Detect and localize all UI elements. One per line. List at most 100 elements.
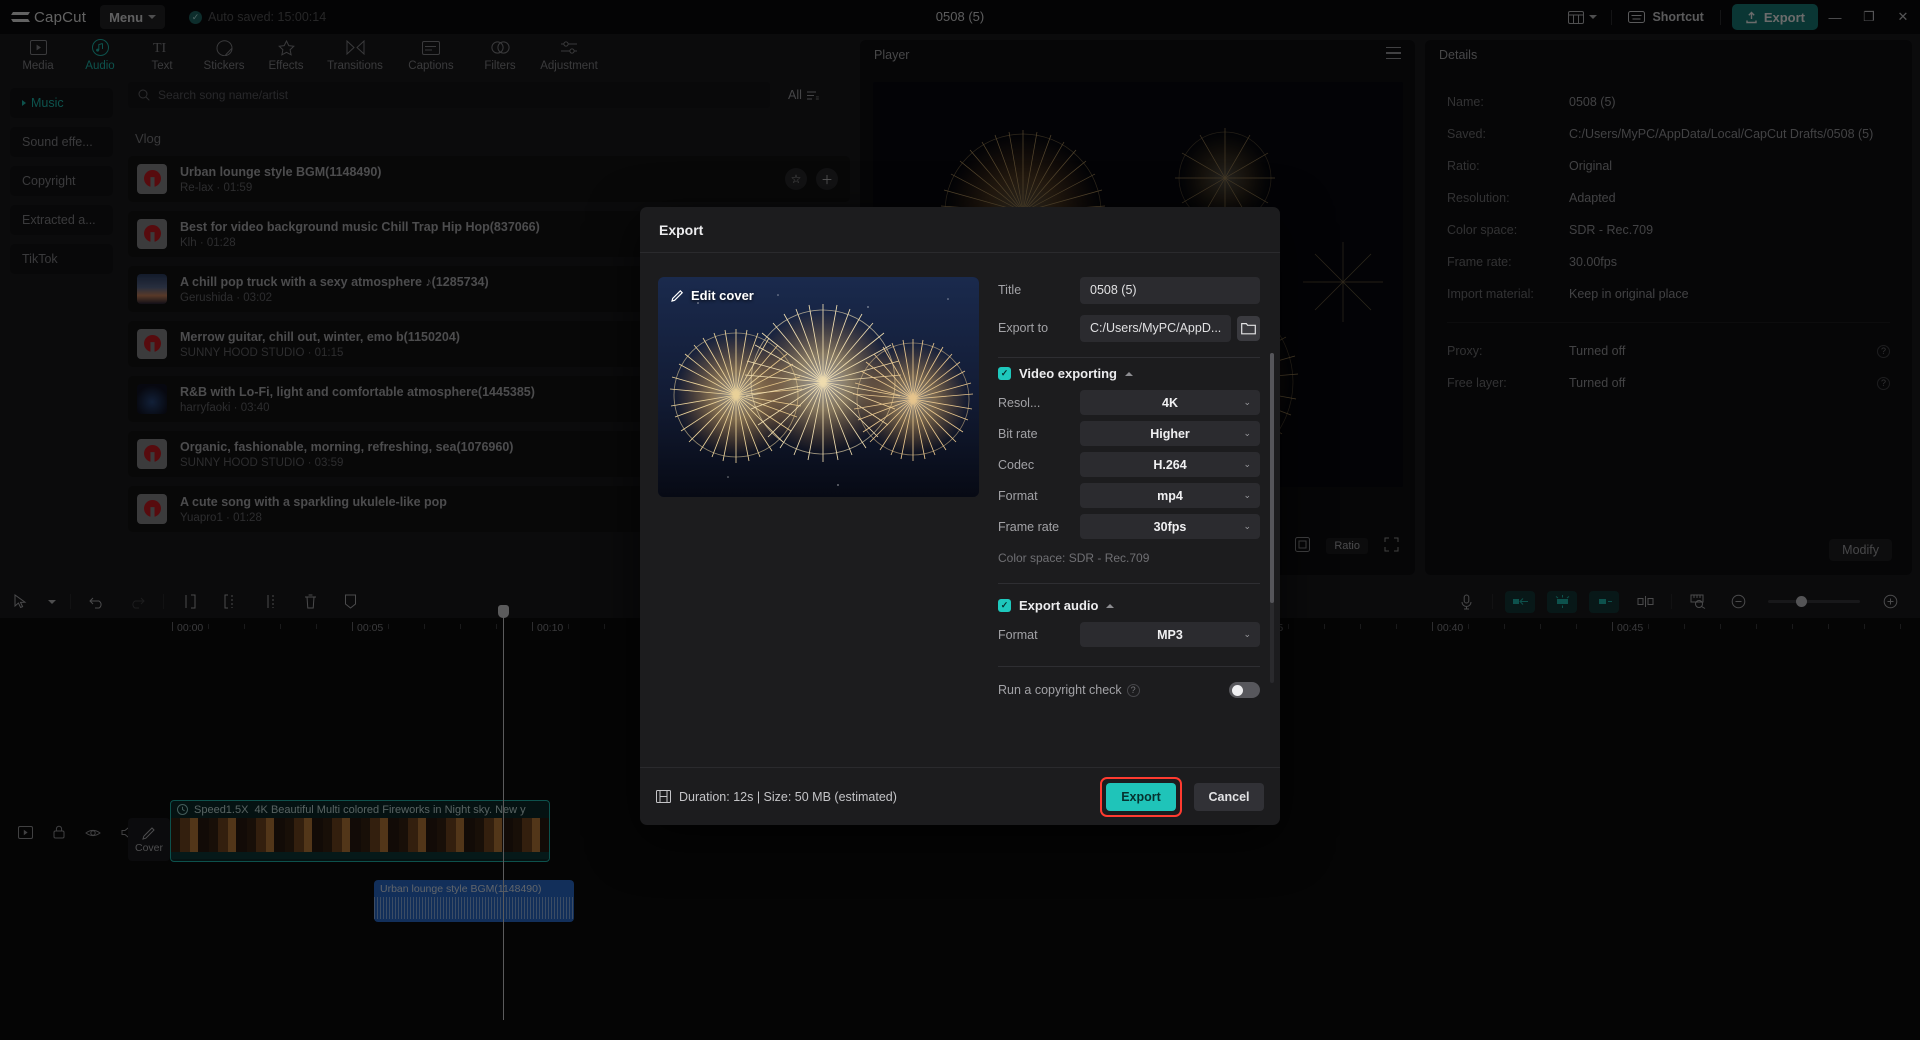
maximize-button[interactable]: ❐ (1852, 0, 1886, 34)
codec-select[interactable]: H.264 ⌄ (1080, 452, 1260, 477)
lock-icon[interactable] (53, 825, 65, 844)
delete-icon[interactable] (290, 585, 330, 618)
question-icon[interactable]: ? (1126, 683, 1140, 697)
sidebar-item-copyright[interactable]: Copyright (10, 166, 113, 196)
export-audio-section-header[interactable]: ✓ Export audio (998, 598, 1260, 613)
redo-icon[interactable] (117, 585, 157, 618)
plus-icon[interactable]: ＋ (816, 168, 838, 190)
bitrate-select[interactable]: Higher ⌄ (1080, 421, 1260, 446)
format-select[interactable]: mp4 ⌄ (1080, 483, 1260, 508)
tab-stickers[interactable]: Stickers (193, 34, 255, 72)
filter-all-button[interactable]: All ≡ (788, 88, 820, 102)
divider (163, 594, 164, 609)
modify-button[interactable]: Modify (1829, 539, 1892, 561)
audio-format-select[interactable]: MP3 ⌄ (1080, 622, 1260, 647)
question-icon[interactable]: ? (1877, 376, 1890, 390)
minimize-button[interactable]: — (1818, 0, 1852, 34)
chevron-down-icon[interactable] (40, 585, 64, 618)
resolution-select[interactable]: 4K ⌄ (1080, 390, 1260, 415)
tab-transitions[interactable]: Transitions (317, 34, 393, 72)
color-space-note: Color space: SDR - Rec.709 (998, 551, 1150, 565)
sidebar-item-extracted-audio[interactable]: Extracted a... (10, 205, 113, 235)
split-icon[interactable] (210, 585, 250, 618)
checkbox-video-exporting[interactable]: ✓ (998, 367, 1011, 380)
folder-icon[interactable] (1237, 315, 1260, 341)
video-track-icon[interactable] (18, 825, 33, 844)
film-icon (656, 790, 671, 803)
search-row: Search song name/artist All ≡ (128, 82, 850, 108)
detail-value: 30.00fps (1569, 255, 1617, 269)
tab-captions[interactable]: Captions (393, 34, 469, 72)
tab-media[interactable]: Media (7, 34, 69, 72)
captions-icon (422, 38, 440, 57)
detail-key: Ratio: (1447, 159, 1480, 173)
export-button-titlebar[interactable]: Export (1731, 4, 1818, 30)
detail-key: Name: (1447, 95, 1484, 109)
player-right-controls: Ratio (1295, 537, 1399, 555)
split-right-icon[interactable] (250, 585, 290, 618)
adjustment-icon (560, 38, 578, 57)
mirror-icon[interactable] (1625, 585, 1665, 618)
duration-info: Duration: 12s | Size: 50 MB (estimated) (656, 790, 897, 804)
undo-icon[interactable] (77, 585, 117, 618)
detail-key: Resolution: (1447, 191, 1510, 205)
close-button[interactable]: ✕ (1886, 0, 1920, 34)
chevron-up-icon[interactable] (1106, 603, 1115, 608)
title-input[interactable]: 0508 (5) (1080, 276, 1260, 304)
video-clip[interactable]: Speed1.5X 4K Beautiful Multi colored Fir… (170, 800, 550, 862)
zoom-slider[interactable] (1768, 596, 1860, 607)
chevron-up-icon[interactable] (1125, 371, 1133, 376)
format-label: Format (998, 488, 1038, 503)
search-input[interactable]: Search song name/artist (128, 82, 770, 108)
sidebar-item-sound-effects[interactable]: Sound effe... (10, 127, 113, 157)
export-to-input[interactable]: C:/Users/MyPC/AppD... (1080, 314, 1232, 342)
cover-button[interactable]: Cover (128, 818, 170, 861)
crop-icon[interactable] (1295, 537, 1311, 555)
bitrate-label: Bit rate (998, 426, 1038, 441)
tab-audio[interactable]: Audio (69, 34, 131, 72)
select-arrow-icon[interactable] (0, 585, 40, 618)
export-confirm-button[interactable]: Export (1106, 782, 1176, 811)
question-icon[interactable]: ? (1877, 344, 1890, 358)
framerate-select[interactable]: 30fps ⌄ (1080, 514, 1260, 539)
cover-preview[interactable]: Edit cover (658, 277, 979, 497)
edit-cover-button[interactable]: Edit cover (671, 288, 754, 303)
sidebar-item-label: Music (31, 96, 64, 110)
list-item[interactable]: Urban lounge style BGM(1148490) Re-lax ·… (128, 156, 850, 202)
tab-filters[interactable]: Filters (469, 34, 531, 72)
tab-adjustment[interactable]: Adjustment (531, 34, 607, 72)
zoom-slider-handle[interactable] (1796, 596, 1807, 607)
copyright-check-toggle[interactable] (1229, 682, 1260, 698)
marker-icon[interactable] (330, 585, 370, 618)
eye-icon[interactable] (85, 826, 101, 844)
playhead-handle[interactable] (498, 605, 509, 618)
export-dialog-scrollbar[interactable] (1270, 353, 1274, 683)
cancel-button[interactable]: Cancel (1194, 782, 1264, 811)
tab-text[interactable]: TI Text (131, 34, 193, 72)
trim-start-icon[interactable] (1505, 590, 1535, 613)
audio-clip[interactable]: Urban lounge style BGM(1148490) (374, 880, 574, 922)
shortcut-button[interactable]: Shortcut (1617, 4, 1714, 30)
sidebar-item-tiktok[interactable]: TikTok (10, 244, 113, 274)
ruler-icon[interactable] (1678, 585, 1718, 618)
split-left-icon[interactable] (170, 585, 210, 618)
microphone-icon[interactable] (1446, 585, 1486, 618)
ratio-button[interactable]: Ratio (1326, 538, 1368, 554)
sidebar-item-music[interactable]: Music (10, 88, 113, 118)
layout-button[interactable] (1559, 0, 1606, 34)
cover-thumbnail-image (658, 277, 979, 497)
video-exporting-section-header[interactable]: ✓ Video exporting (998, 366, 1260, 381)
divider (1611, 9, 1613, 25)
auto-split-icon[interactable] (1547, 590, 1577, 613)
zoom-in-icon[interactable] (1870, 585, 1910, 618)
audio-clip-name: Urban lounge style BGM(1148490) (380, 883, 542, 895)
checkbox-export-audio[interactable]: ✓ (998, 599, 1011, 612)
star-icon[interactable]: ☆ (785, 168, 807, 190)
trim-end-icon[interactable] (1589, 590, 1619, 613)
zoom-out-icon[interactable] (1718, 585, 1758, 618)
playhead[interactable] (498, 605, 509, 1020)
fullscreen-icon[interactable] (1384, 537, 1399, 555)
hamburger-icon[interactable] (1386, 46, 1401, 63)
tab-effects[interactable]: Effects (255, 34, 317, 72)
scrollbar-thumb[interactable] (1270, 353, 1274, 603)
